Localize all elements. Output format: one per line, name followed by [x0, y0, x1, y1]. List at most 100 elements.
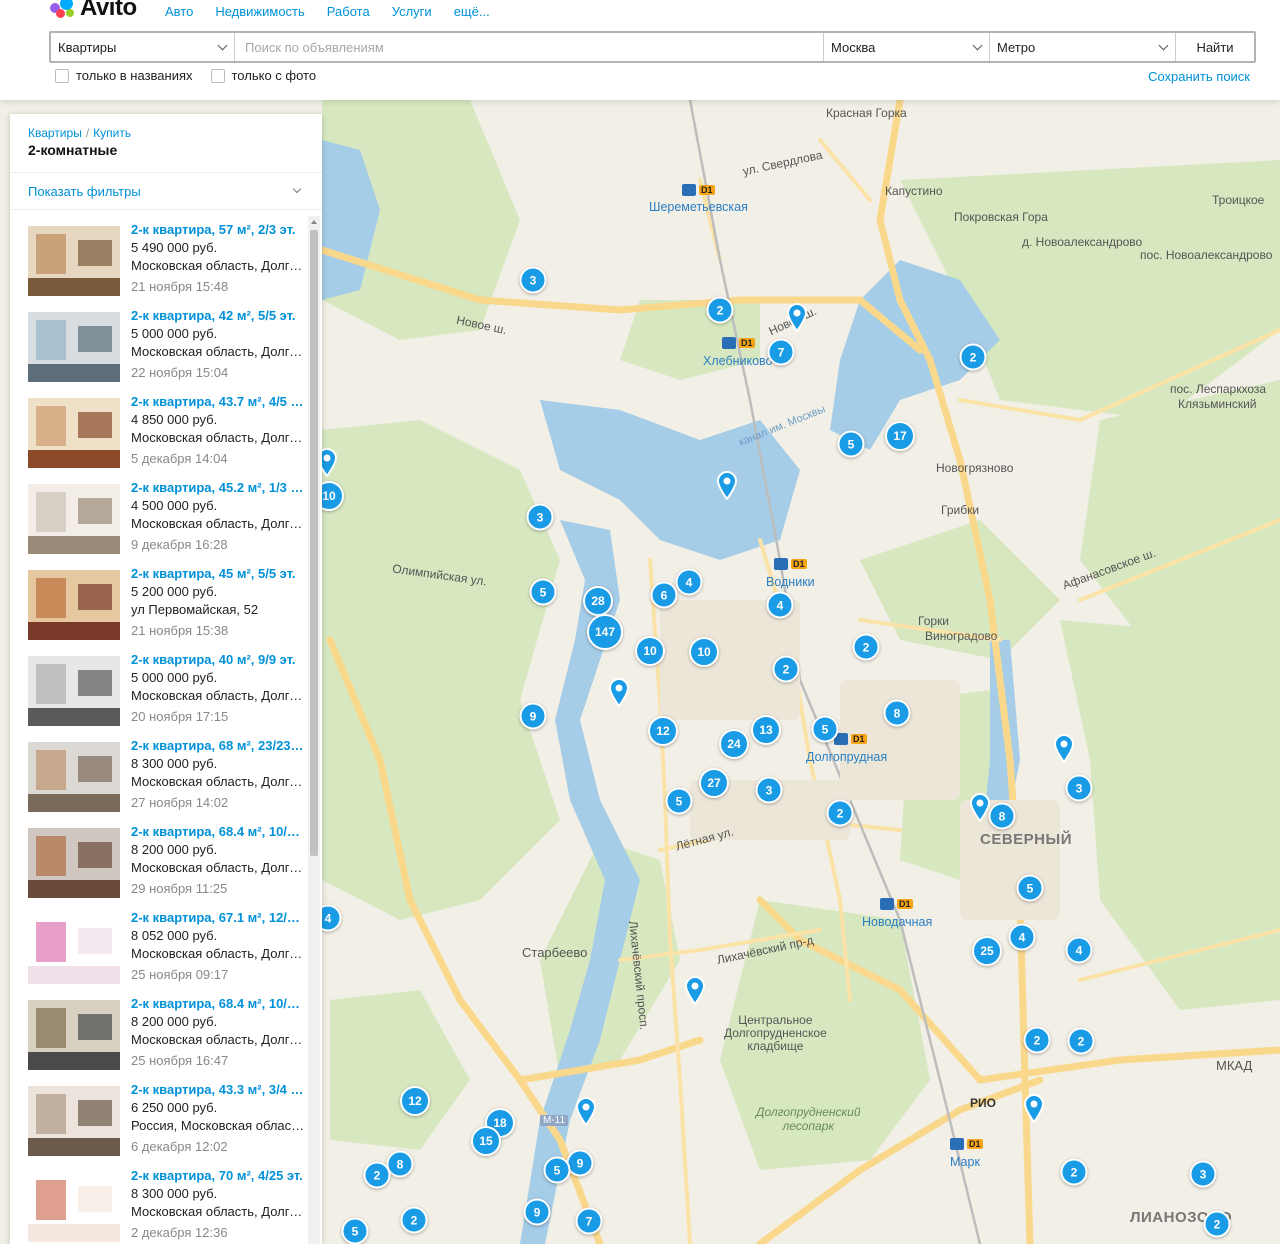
- map-cluster[interactable]: 2: [400, 1206, 428, 1234]
- listing-title[interactable]: 2-к квартира, 68 м², 23/23 эт.: [131, 738, 305, 753]
- listing-title[interactable]: 2-к квартира, 42 м², 5/5 эт.: [131, 308, 305, 323]
- map-cluster[interactable]: 2: [706, 296, 734, 324]
- listing-item[interactable]: 2-к квартира, 45 м², 5/5 эт. 5 200 000 ру…: [10, 566, 308, 652]
- listing-title[interactable]: 2-к квартира, 67.1 м², 12/17 эт.: [131, 910, 305, 925]
- map-cluster[interactable]: 9: [566, 1149, 594, 1177]
- map-cluster[interactable]: 8: [988, 802, 1016, 830]
- map-cluster[interactable]: 3: [755, 776, 783, 804]
- map-cluster[interactable]: 4: [1065, 936, 1093, 964]
- map-cluster[interactable]: 2: [772, 655, 800, 683]
- nav-auto[interactable]: Авто: [165, 4, 193, 19]
- nav-realty[interactable]: Недвижимость: [215, 4, 304, 19]
- map-cluster[interactable]: 10: [689, 637, 719, 667]
- checkbox-box[interactable]: [210, 68, 225, 83]
- listing-title[interactable]: 2-к квартира, 70 м², 4/25 эт.: [131, 1168, 305, 1183]
- listing-title[interactable]: 2-к квартира, 43.7 м², 4/5 эт.: [131, 394, 305, 409]
- map-cluster[interactable]: 2: [363, 1161, 391, 1189]
- map-cluster[interactable]: 3: [526, 503, 554, 531]
- listing-item[interactable]: 2-к квартира, 68 м², 23/23 эт. 8 300 000 …: [10, 738, 308, 824]
- search-button[interactable]: Найти: [1176, 33, 1254, 61]
- save-search-link[interactable]: Сохранить поиск: [1148, 69, 1250, 84]
- listing-title[interactable]: 2-к квартира, 45 м², 5/5 эт.: [131, 566, 305, 581]
- map-cluster[interactable]: 28: [583, 586, 613, 616]
- titles-only-checkbox[interactable]: только в названиях: [55, 68, 193, 83]
- map-cluster[interactable]: 5: [665, 787, 693, 815]
- listing-title[interactable]: 2-к квартира, 43.3 м², 3/4 эт.: [131, 1082, 305, 1097]
- map-pin-icon[interactable]: [969, 792, 991, 822]
- map-pin-icon[interactable]: [786, 302, 808, 332]
- checkbox-box[interactable]: [55, 68, 69, 83]
- listing-item[interactable]: 2-к квартира, 68.4 м², 10/17 эт. 8 200 00…: [10, 996, 308, 1082]
- map-cluster[interactable]: 4: [766, 591, 794, 619]
- photo-only-checkbox[interactable]: только с фото: [210, 68, 316, 83]
- filters-toggle[interactable]: Показать фильтры: [10, 172, 322, 210]
- map-cluster[interactable]: 25: [972, 936, 1002, 966]
- avito-logo[interactable]: Avito: [48, 0, 137, 22]
- map-pin-icon[interactable]: [716, 470, 738, 500]
- map-cluster[interactable]: 147: [587, 614, 623, 650]
- map-cluster[interactable]: 3: [519, 266, 547, 294]
- listing-item[interactable]: 2-к квартира, 45.2 м², 1/3 эт. 4 500 000 …: [10, 480, 308, 566]
- listing-title[interactable]: 2-к квартира, 40 м², 9/9 эт.: [131, 652, 305, 667]
- scroll-up-icon[interactable]: [311, 220, 317, 224]
- map-cluster[interactable]: 5: [837, 430, 865, 458]
- map-cluster[interactable]: 15: [471, 1126, 501, 1156]
- listing-item[interactable]: 2-к квартира, 43.7 м², 4/5 эт. 4 850 000 …: [10, 394, 308, 480]
- map-cluster[interactable]: 9: [519, 702, 547, 730]
- map-cluster[interactable]: 24: [719, 729, 749, 759]
- map-cluster[interactable]: 2: [1067, 1027, 1095, 1055]
- listing-item[interactable]: 2-к квартира, 68.4 м², 10/17 эт. 8 200 00…: [10, 824, 308, 910]
- map-cluster[interactable]: 5: [811, 715, 839, 743]
- map-cluster[interactable]: 2: [1203, 1210, 1231, 1238]
- listing-photo[interactable]: [28, 828, 120, 898]
- map-pin-icon[interactable]: [684, 975, 706, 1005]
- listing-item[interactable]: 2-к квартира, 40 м², 9/9 эт. 5 000 000 ру…: [10, 652, 308, 738]
- listing-item[interactable]: 2-к квартира, 42 м², 5/5 эт. 5 000 000 ру…: [10, 308, 308, 394]
- metro-select[interactable]: Метро: [990, 33, 1176, 61]
- listing-photo[interactable]: [28, 570, 120, 640]
- listing-photo[interactable]: [28, 914, 120, 984]
- nav-jobs[interactable]: Работа: [327, 4, 370, 19]
- listing-title[interactable]: 2-к квартира, 68.4 м², 10/17 эт.: [131, 996, 305, 1011]
- map-cluster[interactable]: 2: [1023, 1026, 1051, 1054]
- breadcrumb-buy[interactable]: Купить: [93, 126, 131, 140]
- map-pin-icon[interactable]: [1023, 1093, 1045, 1123]
- listing-item[interactable]: 2-к квартира, 67.1 м², 12/17 эт. 8 052 00…: [10, 910, 308, 996]
- map-cluster[interactable]: 3: [1189, 1160, 1217, 1188]
- listing-photo[interactable]: [28, 1172, 120, 1242]
- listing-photo[interactable]: [28, 1086, 120, 1156]
- listing-photo[interactable]: [28, 226, 120, 296]
- map-pin-icon[interactable]: [1053, 733, 1075, 763]
- map-cluster[interactable]: 3: [1065, 774, 1093, 802]
- map-cluster[interactable]: 8: [386, 1150, 414, 1178]
- map-cluster[interactable]: 2: [1060, 1158, 1088, 1186]
- listing-title[interactable]: 2-к квартира, 45.2 м², 1/3 эт.: [131, 480, 305, 495]
- listing-photo[interactable]: [28, 484, 120, 554]
- map-pin-icon[interactable]: [608, 677, 630, 707]
- listing-photo[interactable]: [28, 742, 120, 812]
- map-pin-icon[interactable]: [575, 1096, 597, 1126]
- map-cluster[interactable]: 5: [529, 578, 557, 606]
- map-cluster[interactable]: 5: [543, 1156, 571, 1184]
- listing-item[interactable]: 2-к квартира, 43.3 м², 3/4 эт. 6 250 000 …: [10, 1082, 308, 1168]
- map-cluster[interactable]: 12: [648, 716, 678, 746]
- scrollbar[interactable]: [308, 216, 320, 1244]
- map-cluster[interactable]: 2: [852, 633, 880, 661]
- category-select[interactable]: Квартиры: [51, 33, 235, 61]
- listing-photo[interactable]: [28, 398, 120, 468]
- map-cluster[interactable]: 7: [767, 338, 795, 366]
- map-cluster[interactable]: 2: [959, 343, 987, 371]
- city-select[interactable]: Москва: [824, 33, 990, 61]
- map-cluster[interactable]: 27: [699, 768, 729, 798]
- listing-photo[interactable]: [28, 312, 120, 382]
- map-cluster[interactable]: 4: [675, 568, 703, 596]
- map-cluster[interactable]: 12: [400, 1086, 430, 1116]
- map-cluster[interactable]: 4: [1008, 923, 1036, 951]
- map-cluster[interactable]: 8: [883, 699, 911, 727]
- search-input[interactable]: [235, 33, 824, 61]
- map-cluster[interactable]: 7: [575, 1207, 603, 1235]
- listing-title[interactable]: 2-к квартира, 57 м², 2/3 эт.: [131, 222, 305, 237]
- nav-services[interactable]: Услуги: [392, 4, 432, 19]
- map-cluster[interactable]: 5: [1016, 874, 1044, 902]
- breadcrumb-apartments[interactable]: Квартиры: [28, 126, 82, 140]
